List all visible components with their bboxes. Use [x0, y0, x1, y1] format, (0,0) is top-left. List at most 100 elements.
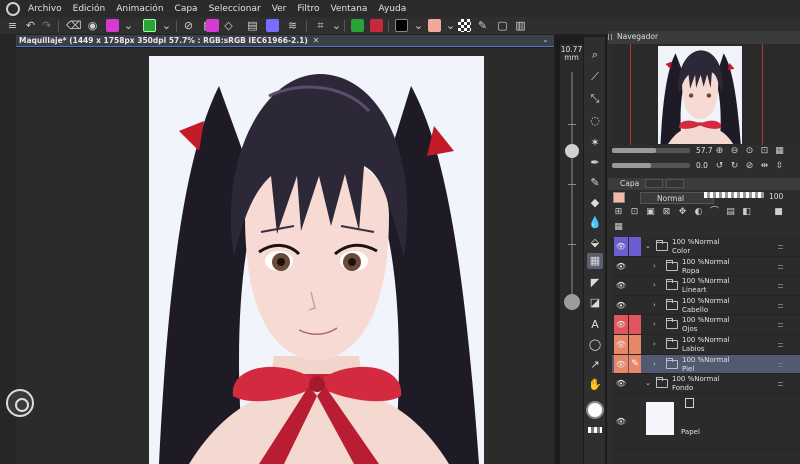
eye-icon[interactable]: 👁 [614, 276, 628, 295]
eye-icon[interactable]: 👁 [614, 257, 628, 276]
new-raster-layer-icon[interactable]: ▦ [614, 223, 623, 232]
sub-color-icon[interactable] [428, 19, 441, 32]
canvas-rotate-button[interactable] [6, 389, 34, 417]
transparent-color-icon[interactable] [458, 19, 471, 32]
fill-tool-icon[interactable]: ⬙ [587, 235, 603, 251]
menu-ver[interactable]: Ver [272, 4, 287, 14]
rotation-slider[interactable] [612, 163, 690, 168]
drag-handle-icon[interactable] [778, 362, 783, 367]
lasso-tool-icon[interactable]: ◌ [587, 113, 603, 129]
shape-icon[interactable]: ◇ [222, 19, 235, 32]
zoom-slider[interactable] [612, 148, 690, 153]
chevron-right-icon[interactable]: › [653, 301, 656, 309]
chevron-right-icon[interactable]: › [653, 262, 656, 270]
chevron-down-icon[interactable]: ⌄ [412, 19, 425, 32]
show-color-icon[interactable]: ◧ [742, 208, 751, 217]
reference-layer-icon[interactable] [266, 19, 279, 32]
drag-handle-icon[interactable] [778, 284, 783, 289]
menu-seleccionar[interactable]: Seleccionar [209, 4, 261, 14]
tab-menu-chevron-icon[interactable]: ⌄ [542, 35, 549, 44]
zoom-tool-icon[interactable]: ⌕ [587, 47, 603, 63]
layer-row-cabello[interactable]: 👁 › 100 %Normal Cabello [612, 296, 800, 316]
drag-handle-icon[interactable] [778, 382, 783, 387]
chevron-down-icon[interactable]: ⌄ [444, 19, 457, 32]
ruler-link-icon[interactable]: ⌒ [710, 208, 719, 217]
eye-icon[interactable]: 👁 [614, 394, 628, 449]
flip-horizontal-icon[interactable]: ⇹ [760, 162, 769, 171]
menu-filtro[interactable]: Filtro [297, 4, 319, 14]
drag-handle-icon[interactable] [778, 245, 783, 249]
reset-rotation-icon[interactable]: ⊘ [745, 162, 754, 171]
green-color-icon[interactable] [351, 19, 364, 32]
layers-stack-icon[interactable]: ≋ [286, 19, 299, 32]
fit-icon[interactable]: ⊙ [745, 147, 754, 156]
settings-icon[interactable]: ▥ [514, 19, 527, 32]
red-color-icon[interactable] [370, 19, 383, 32]
main-color-icon[interactable] [395, 19, 408, 32]
opacity-slider[interactable] [704, 192, 764, 198]
menu-edicion[interactable]: Edición [73, 4, 106, 14]
chevron-down-icon[interactable]: ⌄ [122, 19, 135, 32]
brush-size-handle[interactable] [565, 144, 579, 158]
reference-icon[interactable]: ✥ [678, 208, 687, 217]
fit-window-icon[interactable]: ▦ [775, 147, 784, 156]
document-tab[interactable]: Maquillaje* (1449 x 1758px 350dpi 57.7% … [16, 35, 554, 47]
canvas-artwork[interactable] [149, 56, 484, 464]
layer-color-icon[interactable] [206, 19, 219, 32]
hand-tool-icon[interactable]: ✋ [587, 377, 603, 393]
drag-handle-icon[interactable] [778, 303, 783, 308]
brush-size-track[interactable] [571, 72, 573, 302]
opacity-value[interactable]: 100 [769, 192, 783, 201]
rotate-right-icon[interactable]: ↻ [730, 162, 739, 171]
layer-row-ojos[interactable]: 👁 › 100 %Normal Ojos [612, 315, 800, 335]
close-icon[interactable]: ✕ [313, 36, 320, 45]
menu-archivo[interactable]: Archivo [28, 4, 62, 14]
clear-icon[interactable]: ⌫ [66, 19, 82, 32]
main-color-swatch[interactable] [586, 401, 604, 419]
layer-color-swatch[interactable] [613, 192, 625, 203]
balloon-tool-icon[interactable]: ◯ [587, 337, 603, 353]
layer-property-tab[interactable] [645, 179, 663, 188]
drag-handle-icon[interactable] [608, 34, 612, 40]
chevron-down-icon[interactable]: ⌄ [645, 379, 651, 387]
mask-icon[interactable]: ◐ [694, 208, 703, 217]
layer-search-tab[interactable] [666, 179, 684, 188]
rotate-left-icon[interactable]: ↺ [715, 162, 724, 171]
eye-icon[interactable]: 👁 [614, 237, 628, 256]
transform-icon[interactable]: ⌗ [314, 19, 327, 32]
blend-mode-select[interactable]: Normal [640, 192, 714, 204]
blend-tool-icon[interactable]: 💧 [587, 215, 603, 231]
zoom-value[interactable]: 57.7 [696, 146, 713, 155]
clip-layer-icon[interactable]: ⊞ [614, 208, 623, 217]
auto-select-icon[interactable] [143, 19, 156, 32]
zoom-out-icon[interactable]: ⊖ [730, 147, 739, 156]
navigator-thumbnail[interactable] [658, 46, 742, 144]
layer-row-papel[interactable]: 👁 Papel [612, 394, 800, 450]
frame-tool-icon[interactable]: ◤ [587, 275, 603, 291]
layer-row-ropa[interactable]: 👁 › 100 %Normal Ropa [612, 257, 800, 277]
menu-ventana[interactable]: Ventana [330, 4, 367, 14]
forbidden-icon[interactable]: ⊘ [182, 19, 195, 32]
ruler-icon[interactable]: ⊡ [630, 208, 639, 217]
shape-tool-icon[interactable]: ◪ [587, 295, 603, 311]
operation-tool-icon[interactable]: ⤡ [587, 91, 603, 107]
drag-handle-icon[interactable] [778, 343, 783, 347]
pen-tool-icon[interactable]: ✎ [587, 175, 603, 191]
text-tool-icon[interactable]: A [587, 317, 603, 333]
eye-icon[interactable]: 👁 [614, 296, 628, 315]
drag-handle-icon[interactable] [778, 264, 783, 269]
hamburger-menu-icon[interactable]: ≡ [6, 19, 19, 32]
chevron-down-icon[interactable]: ⌄ [330, 19, 343, 32]
drag-handle-icon[interactable] [778, 323, 783, 328]
menu-capa[interactable]: Capa [175, 4, 198, 14]
move-tool-icon[interactable]: ⟋ [587, 69, 603, 85]
actual-size-icon[interactable]: ⊡ [760, 147, 769, 156]
eye-icon[interactable]: 👁 [614, 315, 628, 334]
eyedropper-tool-icon[interactable]: ✒ [587, 155, 603, 171]
eyedropper-icon[interactable]: ✎ [476, 19, 489, 32]
hide-selection-icon[interactable]: ◉ [86, 19, 99, 32]
undo-icon[interactable]: ↶ [24, 19, 37, 32]
menu-ayuda[interactable]: Ayuda [378, 4, 406, 14]
magic-wand-icon[interactable]: ✶ [587, 135, 603, 151]
lock-transparent-icon[interactable]: ▣ [646, 208, 655, 217]
